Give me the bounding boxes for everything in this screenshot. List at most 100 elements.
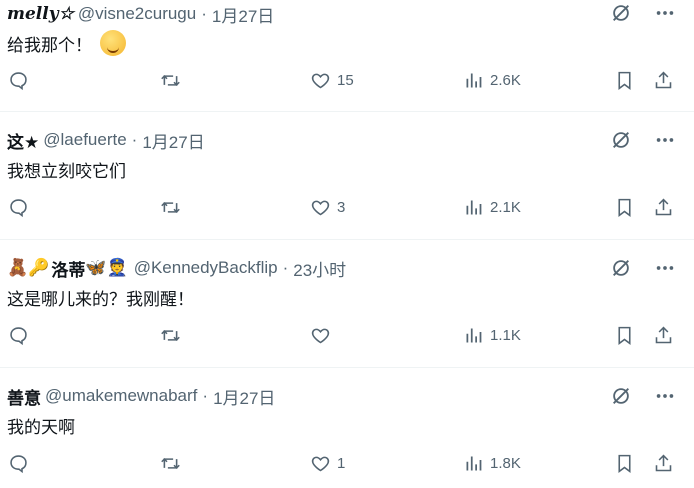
tweet-text: 这是哪儿来的？我刚醒！: [7, 290, 194, 309]
tweet-top-actions: [610, 257, 676, 279]
tweet[interactable]: 善意 @umakemewnabarf · 1月27日 我的天啊 1 1.8K: [0, 368, 694, 488]
tweet-header: 善意 @umakemewnabarf · 1月27日: [7, 384, 604, 408]
tweet-text-row: 这是哪儿来的？我刚醒！: [7, 285, 194, 310]
views-icon: [466, 328, 482, 343]
timestamp[interactable]: 1月27日: [213, 384, 275, 409]
display-name[interactable]: 洛蒂: [51, 256, 85, 281]
share-icon: [655, 326, 672, 344]
retweet-icon: [161, 202, 180, 213]
timestamp[interactable]: 1月27日: [212, 2, 274, 27]
like-button[interactable]: [310, 325, 331, 346]
display-name[interactable]: melly☆: [7, 4, 74, 24]
retweet-button[interactable]: [160, 325, 181, 346]
tweet-header: 🧸🔑 洛蒂 🦋👮 @KennedyBackflip · 23小时: [7, 256, 604, 280]
views-button[interactable]: 2.6K: [463, 70, 521, 91]
bookmark-button[interactable]: [614, 453, 635, 474]
tweet-top-actions: [610, 385, 676, 407]
like-button[interactable]: 1: [310, 453, 345, 474]
tweet-feed: melly☆ @visne2curugu · 1月27日 给我那个！ 15 2.…: [0, 0, 694, 488]
yum-face-emoji-icon: [100, 30, 126, 56]
name-emoji-suffix: 🦋👮: [85, 258, 128, 278]
more-icon[interactable]: [654, 129, 676, 151]
retweet-icon: [161, 458, 180, 469]
user-handle[interactable]: @laefuerte: [43, 130, 126, 150]
view-count: 2.6K: [490, 72, 521, 89]
like-button[interactable]: 15: [310, 70, 354, 91]
grok-icon[interactable]: [610, 385, 632, 407]
views-button[interactable]: 1.8K: [463, 453, 521, 474]
reply-button[interactable]: [8, 197, 29, 218]
share-icon: [655, 71, 672, 89]
heart-icon: [311, 200, 330, 216]
share-icon: [655, 198, 672, 216]
tweet-text: 给我那个！: [7, 35, 92, 55]
retweet-icon: [161, 75, 180, 86]
share-button[interactable]: [653, 325, 674, 346]
like-count: 3: [337, 199, 346, 216]
view-count: 2.1K: [490, 199, 521, 216]
views-icon: [466, 73, 482, 88]
views-button[interactable]: 1.1K: [463, 325, 521, 346]
display-name[interactable]: 善意: [7, 384, 41, 409]
tweet[interactable]: 🧸🔑 洛蒂 🦋👮 @KennedyBackflip · 23小时 这是哪儿来的？…: [0, 240, 694, 368]
tweet-text-row: 我的天啊: [7, 413, 75, 438]
action-bar: 1.1K: [0, 325, 694, 349]
bookmark-button[interactable]: [614, 325, 635, 346]
more-icon[interactable]: [654, 2, 676, 24]
reply-button[interactable]: [8, 325, 29, 346]
like-count: 1: [337, 455, 346, 472]
like-count: 15: [337, 72, 354, 89]
timestamp[interactable]: 23小时: [293, 256, 346, 281]
retweet-button[interactable]: [160, 197, 181, 218]
tweet-text: 我想立刻咬它们: [7, 162, 126, 181]
action-bar: 1 1.8K: [0, 453, 694, 477]
reply-icon: [10, 327, 27, 346]
view-count: 1.8K: [490, 455, 521, 472]
grok-icon[interactable]: [610, 129, 632, 151]
bookmark-icon: [618, 71, 631, 90]
tweet-top-actions: [610, 2, 676, 24]
tweet-header: melly☆ @visne2curugu · 1月27日: [7, 2, 604, 26]
reply-icon: [10, 199, 27, 218]
action-bar: 15 2.6K: [0, 70, 694, 94]
heart-icon: [311, 73, 330, 89]
more-icon[interactable]: [654, 257, 676, 279]
separator: ·: [202, 386, 209, 405]
reply-button[interactable]: [8, 70, 29, 91]
heart-icon: [311, 456, 330, 472]
user-handle[interactable]: @visne2curugu: [78, 4, 196, 24]
grok-icon[interactable]: [610, 257, 632, 279]
reply-button[interactable]: [8, 453, 29, 474]
like-button[interactable]: 3: [310, 197, 345, 218]
separator: ·: [131, 130, 138, 149]
view-count: 1.1K: [490, 327, 521, 344]
user-handle[interactable]: @umakemewnabarf: [45, 386, 197, 406]
tweet-header: 这★ @laefuerte · 1月27日: [7, 128, 604, 152]
retweet-icon: [161, 330, 180, 341]
views-icon: [466, 456, 482, 471]
bookmark-icon: [618, 454, 631, 473]
retweet-button[interactable]: [160, 453, 181, 474]
bookmark-button[interactable]: [614, 70, 635, 91]
separator: ·: [282, 258, 289, 277]
bookmark-icon: [618, 198, 631, 217]
name-emoji-prefix: 🧸🔑: [7, 258, 50, 278]
grok-icon[interactable]: [610, 2, 632, 24]
share-button[interactable]: [653, 70, 674, 91]
bookmark-button[interactable]: [614, 197, 635, 218]
tweet-text-row: 给我那个！: [7, 30, 126, 56]
share-button[interactable]: [653, 453, 674, 474]
views-icon: [466, 200, 482, 215]
share-button[interactable]: [653, 197, 674, 218]
views-button[interactable]: 2.1K: [463, 197, 521, 218]
more-icon[interactable]: [654, 385, 676, 407]
tweet[interactable]: 这★ @laefuerte · 1月27日 我想立刻咬它们 3 2.1K: [0, 112, 694, 240]
display-name[interactable]: 这★: [7, 128, 39, 153]
user-handle[interactable]: @KennedyBackflip: [134, 258, 278, 278]
reply-icon: [10, 72, 27, 91]
reply-icon: [10, 455, 27, 474]
tweet-text-row: 我想立刻咬它们: [7, 157, 126, 182]
timestamp[interactable]: 1月27日: [142, 128, 204, 153]
retweet-button[interactable]: [160, 70, 181, 91]
tweet[interactable]: melly☆ @visne2curugu · 1月27日 给我那个！ 15 2.…: [0, 0, 694, 112]
